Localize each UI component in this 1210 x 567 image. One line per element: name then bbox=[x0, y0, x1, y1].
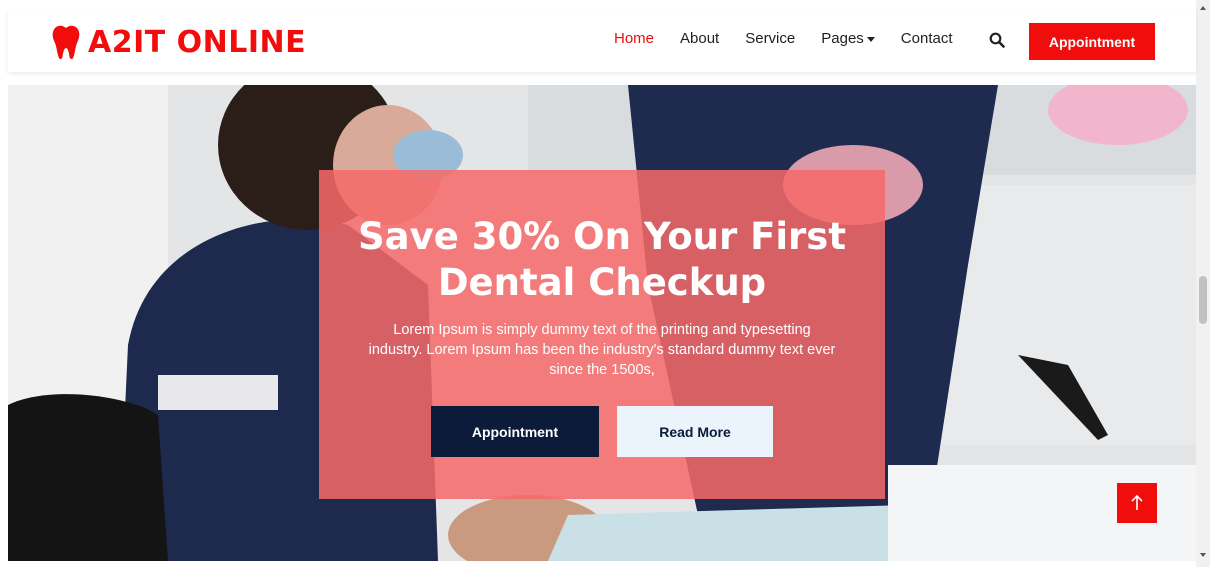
navbar: A2IT ONLINE Home About Service Pages Con… bbox=[8, 10, 1196, 72]
page-scrollbar[interactable] bbox=[1196, 0, 1210, 567]
hero-banner: Save 30% On Your First Dental Checkup Lo… bbox=[8, 85, 1196, 561]
main-nav: Home About Service Pages Contact bbox=[614, 30, 979, 47]
caret-down-icon bbox=[866, 36, 875, 42]
search-icon[interactable] bbox=[989, 32, 1005, 48]
nav-item-home[interactable]: Home bbox=[614, 30, 654, 47]
appointment-nav-button[interactable]: Appointment bbox=[1029, 23, 1155, 60]
promo-panel: Save 30% On Your First Dental Checkup Lo… bbox=[319, 170, 885, 499]
scroll-up-icon[interactable] bbox=[1200, 6, 1206, 10]
arrow-up-icon bbox=[1131, 494, 1143, 510]
hero-headline-line1: Save 30% On Your First bbox=[357, 215, 847, 258]
brand-name: A2IT ONLINE bbox=[88, 24, 307, 60]
nav-item-about[interactable]: About bbox=[680, 30, 719, 47]
nav-item-pages-label: Pages bbox=[821, 30, 864, 47]
read-more-button[interactable]: Read More bbox=[617, 406, 773, 457]
scroll-thumb[interactable] bbox=[1199, 276, 1207, 324]
top-strip bbox=[0, 0, 1196, 10]
hero-headline-line2: Dental Checkup bbox=[437, 261, 767, 304]
scroll-down-icon[interactable] bbox=[1200, 553, 1206, 557]
back-to-top-button[interactable] bbox=[1117, 483, 1157, 523]
appointment-button[interactable]: Appointment bbox=[431, 406, 599, 457]
hero-headline: Save 30% On Your First Dental Checkup bbox=[319, 214, 885, 306]
nav-item-contact[interactable]: Contact bbox=[901, 30, 953, 47]
nav-item-pages[interactable]: Pages bbox=[821, 30, 875, 47]
hero-buttons: Appointment Read More bbox=[431, 406, 773, 457]
hero-description: Lorem Ipsum is simply dummy text of the … bbox=[368, 322, 836, 378]
tooth-icon bbox=[52, 25, 80, 60]
nav-item-service[interactable]: Service bbox=[745, 30, 795, 47]
brand-logo[interactable]: A2IT ONLINE bbox=[50, 22, 306, 62]
